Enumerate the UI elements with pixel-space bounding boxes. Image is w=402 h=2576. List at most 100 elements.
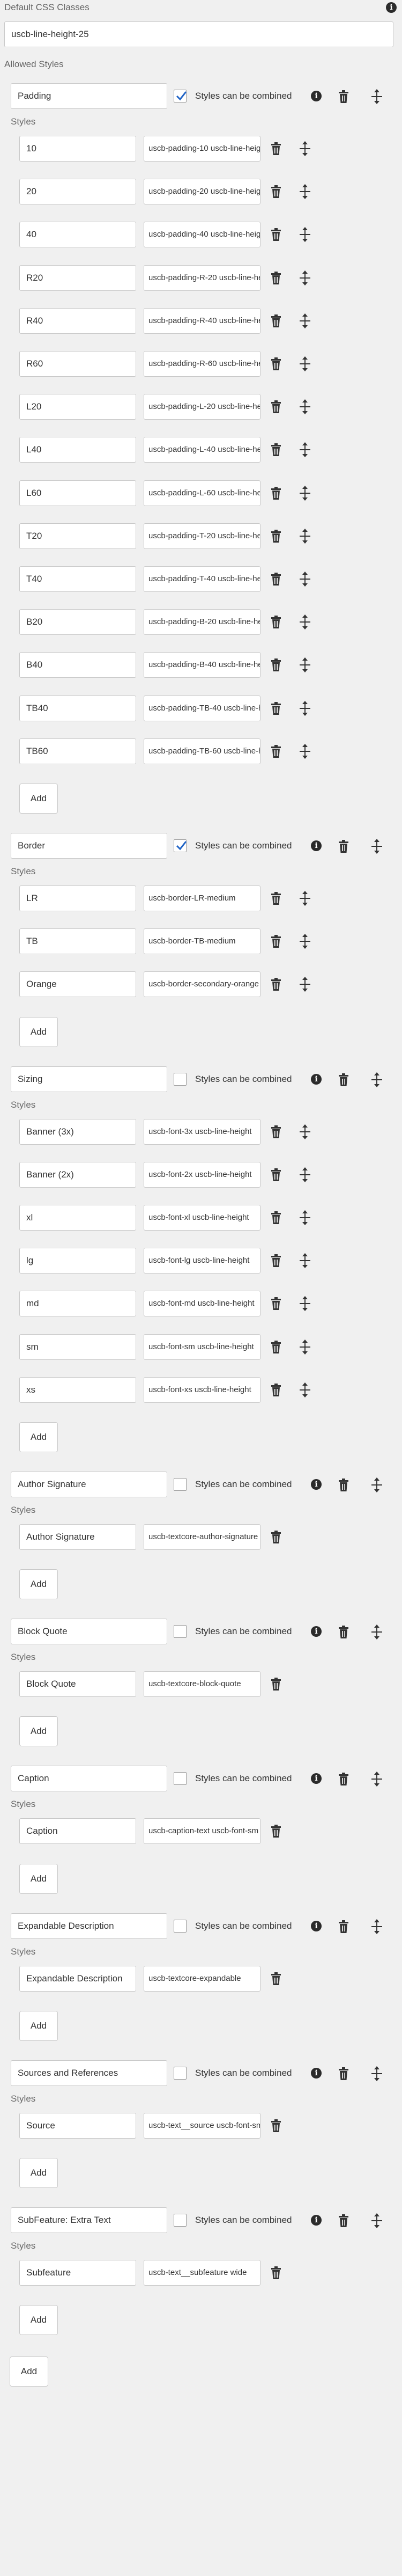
style-classes-input[interactable]: uscb-font-lg uscb-line-height bbox=[144, 1248, 260, 1274]
style-group-name-input[interactable]: Caption bbox=[11, 1766, 167, 1792]
delete-style-icon[interactable] bbox=[270, 744, 282, 758]
style-classes-input[interactable]: uscb-text__subfeature wide bbox=[144, 2260, 260, 2286]
style-classes-input[interactable]: uscb-font-xl uscb-line-height bbox=[144, 1205, 260, 1231]
add-style-button[interactable]: Add bbox=[19, 1863, 58, 1894]
style-classes-input[interactable]: uscb-padding-L-20 uscb-line-height-25 bbox=[144, 394, 260, 420]
delete-group-icon[interactable] bbox=[338, 1920, 349, 1934]
delete-style-icon[interactable] bbox=[270, 1530, 282, 1544]
move-group-icon[interactable] bbox=[370, 838, 384, 854]
style-classes-input[interactable]: uscb-text__source uscb-font-sm bbox=[144, 2112, 260, 2139]
delete-style-icon[interactable] bbox=[270, 658, 282, 672]
style-classes-input[interactable]: uscb-font-3x uscb-line-height bbox=[144, 1118, 260, 1145]
delete-style-icon[interactable] bbox=[270, 357, 282, 371]
styles-combined-checkbox[interactable] bbox=[174, 839, 187, 852]
style-name-input[interactable]: Author Signature bbox=[19, 1524, 136, 1550]
delete-style-icon[interactable] bbox=[270, 615, 282, 629]
style-name-input[interactable]: Orange bbox=[19, 971, 136, 998]
move-group-icon[interactable] bbox=[370, 89, 384, 105]
delete-style-icon[interactable] bbox=[270, 2266, 282, 2280]
move-group-icon[interactable] bbox=[370, 2066, 384, 2082]
move-style-icon[interactable] bbox=[298, 141, 312, 157]
style-name-input[interactable]: xl bbox=[19, 1205, 136, 1231]
move-style-icon[interactable] bbox=[298, 1296, 312, 1312]
move-style-icon[interactable] bbox=[298, 528, 312, 544]
style-name-input[interactable]: B20 bbox=[19, 609, 136, 635]
delete-style-icon[interactable] bbox=[270, 314, 282, 328]
style-classes-input[interactable]: uscb-textcore-expandable bbox=[144, 1965, 260, 1992]
default-css-classes-input[interactable]: uscb-line-height-25 bbox=[4, 21, 393, 47]
style-classes-input[interactable]: uscb-padding-R-20 uscb-line-height-25 bbox=[144, 265, 260, 291]
styles-combined-checkbox[interactable] bbox=[174, 1919, 187, 1933]
add-style-button[interactable]: Add bbox=[19, 1016, 58, 1047]
delete-style-icon[interactable] bbox=[270, 1340, 282, 1354]
styles-combined-checkbox[interactable] bbox=[174, 1478, 187, 1491]
style-name-input[interactable]: Banner (3x) bbox=[19, 1118, 136, 1145]
move-style-icon[interactable] bbox=[298, 614, 312, 630]
style-classes-input[interactable]: uscb-font-md uscb-line-height bbox=[144, 1291, 260, 1317]
style-name-input[interactable]: sm bbox=[19, 1334, 136, 1360]
info-icon[interactable]: i bbox=[311, 1773, 322, 1784]
move-style-icon[interactable] bbox=[298, 1124, 312, 1140]
info-icon[interactable]: i bbox=[311, 2215, 322, 2226]
delete-style-icon[interactable] bbox=[270, 1824, 282, 1838]
info-icon[interactable]: i bbox=[311, 1920, 322, 1931]
style-classes-input[interactable]: uscb-padding-L-60 uscb-line-height-25 bbox=[144, 480, 260, 506]
style-name-input[interactable]: L40 bbox=[19, 437, 136, 463]
style-name-input[interactable]: R20 bbox=[19, 265, 136, 291]
style-name-input[interactable]: Subfeature bbox=[19, 2260, 136, 2286]
info-icon[interactable]: i bbox=[311, 840, 322, 851]
delete-style-icon[interactable] bbox=[270, 1254, 282, 1268]
delete-group-icon[interactable] bbox=[338, 1625, 349, 1639]
move-group-icon[interactable] bbox=[370, 1624, 384, 1640]
move-style-icon[interactable] bbox=[298, 700, 312, 716]
delete-group-icon[interactable] bbox=[338, 839, 349, 853]
move-style-icon[interactable] bbox=[298, 976, 312, 992]
delete-style-icon[interactable] bbox=[270, 2119, 282, 2133]
delete-style-icon[interactable] bbox=[270, 228, 282, 241]
delete-group-icon[interactable] bbox=[338, 90, 349, 104]
move-style-icon[interactable] bbox=[298, 226, 312, 243]
style-name-input[interactable]: T20 bbox=[19, 523, 136, 549]
style-name-input[interactable]: md bbox=[19, 1291, 136, 1317]
style-group-name-input[interactable]: SubFeature: Extra Text bbox=[11, 2207, 167, 2233]
delete-group-icon[interactable] bbox=[338, 1073, 349, 1087]
style-classes-input[interactable]: uscb-padding-40 uscb-line-height-25 bbox=[144, 222, 260, 248]
delete-style-icon[interactable] bbox=[270, 1972, 282, 1986]
add-style-button[interactable]: Add bbox=[19, 784, 58, 814]
delete-group-icon[interactable] bbox=[338, 2067, 349, 2081]
move-style-icon[interactable] bbox=[298, 933, 312, 949]
style-classes-input[interactable]: uscb-font-2x uscb-line-height bbox=[144, 1161, 260, 1188]
style-name-input[interactable]: lg bbox=[19, 1248, 136, 1274]
style-classes-input[interactable]: uscb-textcore-block-quote bbox=[144, 1671, 260, 1697]
style-name-input[interactable]: R60 bbox=[19, 351, 136, 377]
styles-combined-checkbox[interactable] bbox=[174, 2066, 187, 2080]
delete-style-icon[interactable] bbox=[270, 934, 282, 948]
add-style-button[interactable]: Add bbox=[19, 1569, 58, 1600]
move-style-icon[interactable] bbox=[298, 442, 312, 458]
move-style-icon[interactable] bbox=[298, 571, 312, 587]
move-style-icon[interactable] bbox=[298, 890, 312, 906]
style-name-input[interactable]: Banner (2x) bbox=[19, 1161, 136, 1188]
move-group-icon[interactable] bbox=[370, 1072, 384, 1088]
style-name-input[interactable]: LR bbox=[19, 885, 136, 911]
move-style-icon[interactable] bbox=[298, 1167, 312, 1183]
add-group-button[interactable]: Add bbox=[10, 2357, 48, 2387]
style-classes-input[interactable]: uscb-padding-B-40 uscb-line-height-25 bbox=[144, 652, 260, 678]
move-group-icon[interactable] bbox=[370, 1771, 384, 1787]
delete-style-icon[interactable] bbox=[270, 529, 282, 543]
delete-style-icon[interactable] bbox=[270, 1677, 282, 1691]
style-group-name-input[interactable]: Expandable Description bbox=[11, 1913, 167, 1939]
delete-group-icon[interactable] bbox=[338, 2214, 349, 2228]
info-icon[interactable]: i bbox=[311, 1479, 322, 1490]
style-name-input[interactable]: Expandable Description bbox=[19, 1965, 136, 1992]
style-classes-input[interactable]: uscb-font-sm uscb-line-height bbox=[144, 1334, 260, 1360]
style-group-name-input[interactable]: Block Quote bbox=[11, 1619, 167, 1645]
style-classes-input[interactable]: uscb-padding-10 uscb-line-height-25 bbox=[144, 136, 260, 162]
delete-style-icon[interactable] bbox=[270, 891, 282, 905]
style-classes-input[interactable]: uscb-padding-L-40 uscb-line-height-25 bbox=[144, 437, 260, 463]
style-classes-input[interactable]: uscb-font-xs uscb-line-height bbox=[144, 1377, 260, 1403]
styles-combined-checkbox[interactable] bbox=[174, 2214, 187, 2227]
info-icon[interactable]: i bbox=[311, 91, 322, 101]
style-classes-input[interactable]: uscb-padding-T-40 uscb-line-height-25 bbox=[144, 566, 260, 592]
move-style-icon[interactable] bbox=[298, 1382, 312, 1398]
